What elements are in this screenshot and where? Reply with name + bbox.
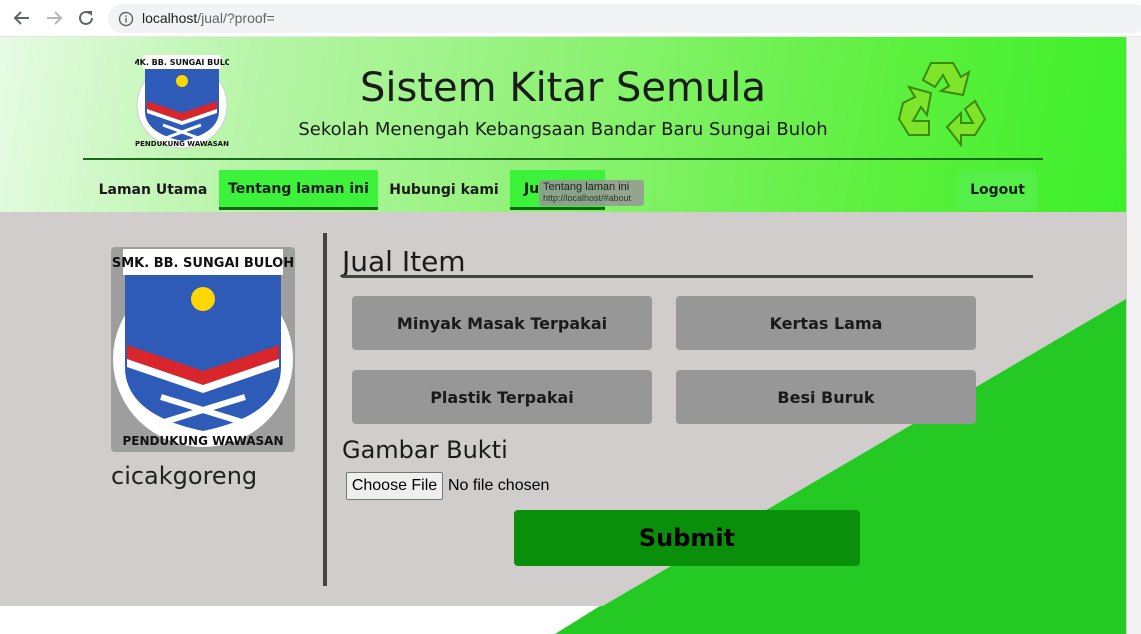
main-content: SMK. BB. SUNGAI BULOH PENDUKUNG WAWASAN … [0,212,1126,634]
username: cicakgoreng [111,462,258,490]
page-footer-area [0,606,1126,634]
devtools-panel-edge [1126,37,1141,634]
site-header: SMK. BB. SUNGAI BULOH PENDUKUNG WAWASAN … [0,37,1126,212]
profile-logo-text: SMK. BB. SUNGAI BULOH [112,256,294,271]
item-besi-button[interactable]: Besi Buruk [676,370,976,424]
url-host: localhost [142,10,198,26]
vertical-divider [323,233,327,586]
link-tooltip: Tentang laman ini http://localhost/#abou… [539,180,644,206]
nav-hubungi[interactable]: Hubungi kami [382,170,506,210]
item-minyak-button[interactable]: Minyak Masak Terpakai [352,296,652,350]
item-kertas-button[interactable]: Kertas Lama [676,296,976,350]
file-status: No file chosen [448,477,550,494]
url-text: localhost/jual/?proof= [142,10,275,26]
profile-image: SMK. BB. SUNGAI BULOH PENDUKUNG WAWASAN [111,247,295,452]
nav-laman-utama[interactable]: Laman Utama [91,170,215,210]
reload-icon[interactable] [74,6,98,30]
tooltip-url: http://localhost/#about [543,193,632,203]
back-icon[interactable] [10,6,34,30]
section-rule [342,275,1033,278]
page: SMK. BB. SUNGAI BULOH PENDUKUNG WAWASAN … [0,37,1126,634]
proof-title: Gambar Bukti [342,436,508,464]
header-divider [83,158,1043,160]
browser-toolbar: localhost/jual/?proof= [0,0,1141,37]
choose-file-button[interactable]: Choose File [346,472,443,500]
section-title: Jual Item [342,245,466,278]
svg-text:PENDUKUNG WAWASAN: PENDUKUNG WAWASAN [135,140,229,148]
recycle-icon [895,57,991,152]
background-triangle-bottom [555,606,1126,634]
nav-tentang[interactable]: Tentang laman ini [219,170,378,210]
address-bar[interactable]: localhost/jual/?proof= [108,4,1141,33]
svg-text:PENDUKUNG WAWASAN: PENDUKUNG WAWASAN [122,434,283,448]
tooltip-title: Tentang laman ini [543,181,630,193]
info-icon[interactable] [118,11,134,32]
forward-icon[interactable] [42,6,66,30]
submit-button[interactable]: Submit [514,510,860,566]
logout-button[interactable]: Logout [958,170,1037,210]
item-plastik-button[interactable]: Plastik Terpakai [352,370,652,424]
url-path: /jual/?proof= [197,10,275,26]
